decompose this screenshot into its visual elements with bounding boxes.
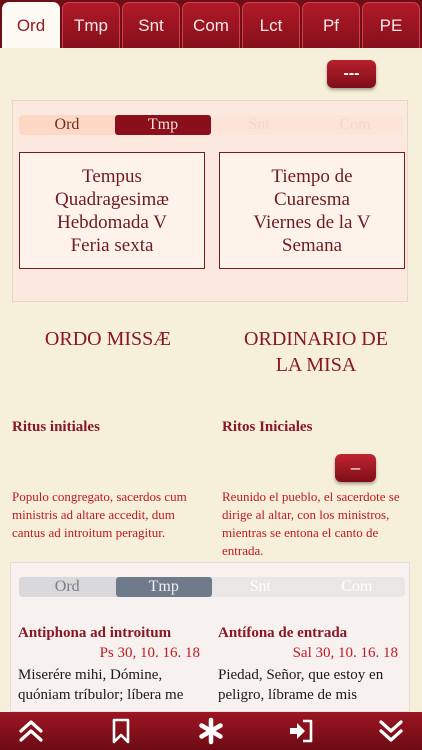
latin-antiphon-text: Miserére mihi, Dómine, quóniam tríbulor;… [18,667,184,703]
latin-season-line: Tempus [82,165,142,187]
spanish-season-line: Cuaresma [274,188,350,210]
spanish-title-line: LA MISA [275,354,357,376]
tab-com[interactable]: Com [182,2,240,48]
tab-pf[interactable]: Pf [302,2,360,48]
spanish-season-line: Semana [281,234,343,256]
double-chevron-down-icon[interactable] [374,714,408,748]
proper-segment-com[interactable]: Com [309,577,406,597]
bookmark-icon[interactable] [104,714,138,748]
spanish-title-line: ORDINARIO DE [244,328,388,350]
spanish-rubric: Reunido el pueblo, el sacerdote se dirig… [222,489,400,558]
asterisk-icon[interactable] [194,714,228,748]
proper-segment-ord[interactable]: Ord [19,577,116,597]
double-chevron-up-icon[interactable] [14,714,48,748]
latin-antiphon-reference: Ps 30, 10. 16. 18 [99,645,200,661]
tab-snt[interactable]: Snt [122,2,180,48]
latin-season-line: Feria sexta [70,234,154,256]
tab-pe[interactable]: PE [362,2,420,48]
latin-subtitle: Ritus initiales [12,419,100,435]
spanish-season-box: Tiempo de Cuaresma Viernes de la V Seman… [219,152,405,269]
context-segment-snt[interactable]: Snt [211,115,307,135]
latin-season-line: Hebdomada V [57,211,167,233]
latin-title: ORDO MISSÆ [44,328,172,350]
spanish-title: ORDINARIO DE LA MISA [218,326,414,378]
bottom-toolbar [0,712,422,750]
tab-lct[interactable]: Lct [242,2,300,48]
latin-season-line: Quadragesimæ [55,188,169,210]
proper-segment-tmp[interactable]: Tmp [115,577,212,597]
context-segment-ord[interactable]: Ord [19,115,115,135]
spanish-season-line: Viernes de la V [253,211,371,233]
latin-season-box: Tempus Quadragesimæ Hebdomada V Feria se… [19,152,205,269]
proper-segment-snt[interactable]: Snt [212,577,309,597]
latin-antiphon-heading: Antiphona ad introitum [18,625,172,641]
sign-in-icon[interactable] [284,714,318,748]
collapse-button[interactable]: --- [327,60,376,88]
context-panel: Ord Tmp Snt Com Tempus Quadragesimæ Hebd… [12,100,408,302]
tab-ord[interactable]: Ord [2,2,60,48]
spanish-antiphon-reference: Sal 30, 10. 16. 18 [292,645,398,661]
context-segment-tmp[interactable]: Tmp [115,115,211,135]
tab-bar: Ord Tmp Snt Com Lct Pf PE [0,0,422,48]
minus-button[interactable]: – [335,454,376,482]
context-segment-com[interactable]: Com [307,115,403,135]
spanish-antiphon-text: Piedad, Señor, que estoy en peligro, líb… [218,667,384,703]
tab-tmp[interactable]: Tmp [62,2,120,48]
context-segment-control: Ord Tmp Snt Com [19,115,403,135]
spanish-subtitle: Ritos Iniciales [222,419,313,435]
proper-segment-control: Ord Tmp Snt Com [19,577,405,597]
latin-rubric: Populo congregato, sacerdos cum ministri… [12,489,187,540]
spanish-antiphon-heading: Antífona de entrada [218,625,348,641]
spanish-season-line: Tiempo de [271,165,353,187]
